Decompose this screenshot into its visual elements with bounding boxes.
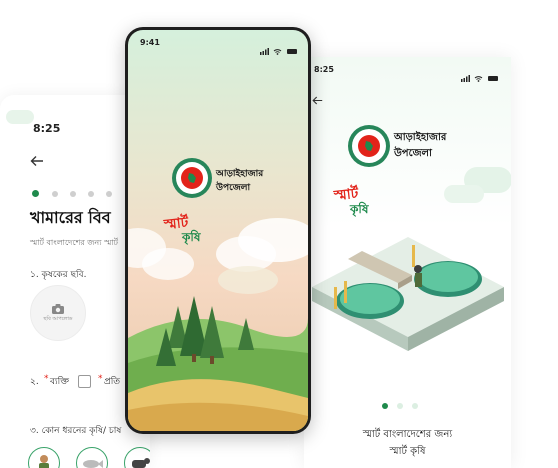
- required-asterisk: *: [98, 374, 103, 384]
- status-time: 8:25: [33, 122, 61, 135]
- aquaculture-illustration: [308, 229, 508, 379]
- photo-upload-button[interactable]: ছবি আপলোড: [30, 285, 86, 341]
- brand-name-line2: উপজেলা: [394, 148, 432, 159]
- step-dot: [106, 191, 112, 197]
- back-arrow-icon[interactable]: [312, 91, 323, 105]
- decorative-cloud: [6, 110, 34, 124]
- onboarding-caption-line1: স্মার্ট বাংলাদেশের জন্য: [362, 429, 453, 440]
- farmer-photo-label: ১. কৃষকের ছবি.: [30, 270, 87, 280]
- farming-type-label: ৩. কোন ধরনের কৃষি/ চাষ: [30, 426, 122, 436]
- phone-frame: 9:41 আড়াইহাজার উপজেলা স্মার্ট কৃষি: [125, 27, 311, 434]
- step-dot: [52, 191, 58, 197]
- page-indicator: [382, 403, 422, 411]
- krishi-wordmark: কৃষি: [350, 202, 369, 216]
- status-time: 9:41: [140, 38, 160, 47]
- splash-screen: 9:41 আড়াইহাজার উপজেলা স্মার্ট কৃষি: [128, 30, 308, 431]
- farmer-icon: [39, 455, 49, 468]
- option-organization-label: প্রতি: [104, 377, 121, 387]
- cow-icon: [132, 458, 150, 468]
- farming-option-fishery[interactable]: [76, 447, 108, 468]
- option-individual-label: ব্যক্তি: [50, 377, 69, 387]
- farming-option-crop[interactable]: [28, 447, 60, 468]
- brand-name-line1: আড়াইহাজার: [216, 169, 264, 179]
- status-icons: [260, 40, 300, 55]
- government-seal-logo: [348, 125, 390, 167]
- page-subtitle: স্মার্ট বাংলাদেশের জন্য স্মার্ট: [30, 238, 119, 247]
- page-dot: [397, 403, 403, 409]
- farming-option-livestock[interactable]: [124, 447, 150, 468]
- decorative-cloud: [444, 185, 484, 203]
- page-dot: [412, 403, 418, 409]
- photo-upload-caption: ছবি আপলোড: [43, 316, 73, 322]
- status-time: 8:25: [314, 65, 334, 74]
- step-dot: [88, 191, 94, 197]
- page-dot-active: [382, 403, 388, 409]
- camera-icon: [51, 300, 65, 314]
- page-title: খামারের বিব: [30, 208, 111, 227]
- status-icons: [461, 67, 501, 82]
- onboarding-caption-line2: স্মার্ট কৃষি: [389, 446, 426, 457]
- required-asterisk: *: [44, 374, 49, 384]
- onboarding-screen: 8:25 আড়াইহাজার উপজেলা স্মার্ট কৃষি স্মা…: [304, 57, 511, 468]
- fish-icon: [83, 460, 103, 468]
- step-dot: [70, 191, 76, 197]
- individual-checkbox[interactable]: [78, 375, 91, 388]
- brand-name-line1: আড়াইহাজার: [394, 132, 447, 143]
- step-dot-active: [32, 190, 39, 197]
- back-arrow-icon[interactable]: [30, 153, 44, 167]
- type-question-number: ২.: [30, 377, 39, 387]
- farmland-illustration: [128, 188, 308, 431]
